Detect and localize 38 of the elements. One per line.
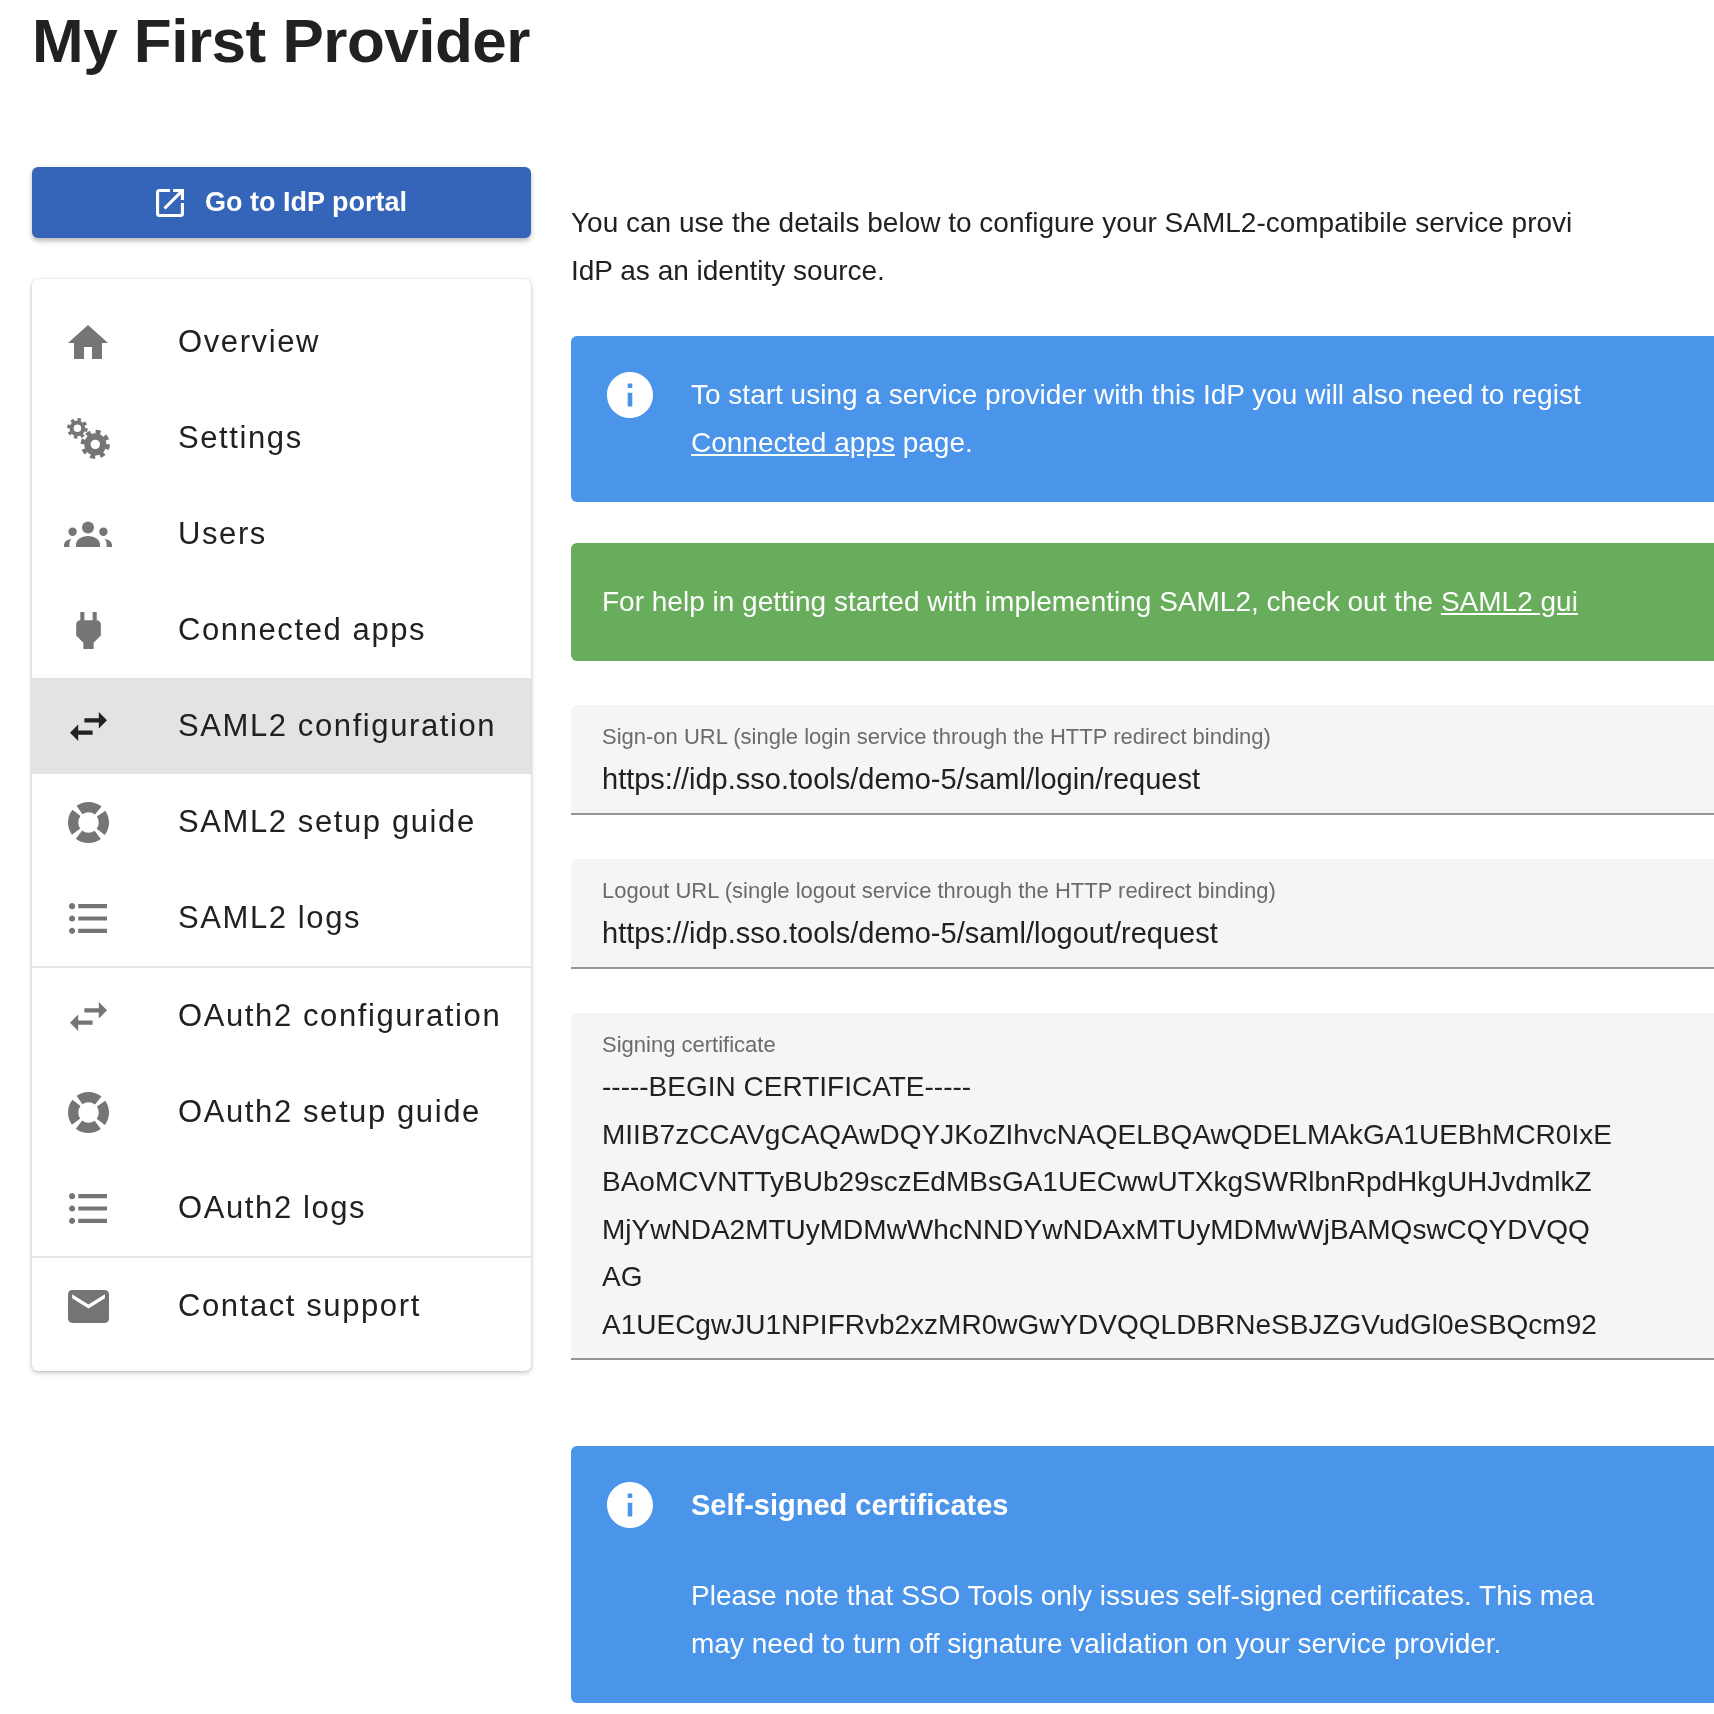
list-icon <box>69 902 107 934</box>
alert-title: Self-signed certificates <box>691 1488 1009 1523</box>
life-ring-icon <box>67 801 109 843</box>
sidebar-item[interactable]: Contact support <box>32 1258 531 1354</box>
users-icon <box>64 521 112 547</box>
list-icon <box>69 1192 107 1224</box>
sidebar-item[interactable]: OAuth2 configuration <box>32 968 531 1064</box>
sidebar-item[interactable]: SAML2 logs <box>32 870 531 966</box>
alert-text: For help in getting started with implementing SAML2, check out the SAML2 gui <box>602 585 1578 619</box>
sidebar-item[interactable]: OAuth2 logs <box>32 1160 531 1256</box>
text-field[interactable]: Signing certificate -----BEGIN CERTIFICATE----- MIIB7zCCAVgCAQAwDQYJKoZIhvcNAQELBQAwQDELMAkGA1UEBhMCR0IxE BAoMCVNTTyBUb29sczEdMBsGA1UECwwUTXkgSWRlbnRpdHkgUHJvdmlkZ MjYwNDA2MTUyMDMwWhcNNDYwNDAxMTUyMDMwWjBAMQswCQYDVQQ AG A1UECgwJU1NPIFRvb2xzMR0wGwYDVQQLDBRNeSBJZGVudGl0eSBQcm92 <box>571 1013 1714 1360</box>
sidebar-item[interactable]: OAuth2 setup guide <box>32 1064 531 1160</box>
envelope-icon <box>67 1289 109 1323</box>
text-field[interactable]: Sign-on URL (single login service through the HTTP redirect binding) https://idp.sso.tools/demo-5/saml/login/request <box>571 705 1714 815</box>
sidebar-item[interactable]: SAML2 configuration <box>32 678 531 774</box>
home-icon <box>68 325 108 359</box>
field-label: Signing certificate <box>602 1031 776 1059</box>
portal-button[interactable]: Go to IdP portal <box>32 167 531 238</box>
page-title: My First Provider <box>32 5 530 77</box>
sidebar-item[interactable]: Settings <box>32 390 531 486</box>
swap-arrows-icon <box>69 711 107 741</box>
text-field[interactable]: Logout URL (single logout service through the HTTP redirect binding) https://idp.sso.tools/demo-5/saml/logout/request <box>571 859 1714 969</box>
sidebar-item[interactable]: Overview <box>32 294 531 390</box>
sidebar-item[interactable]: Users <box>32 486 531 582</box>
sidebar-item[interactable]: SAML2 setup guide <box>32 774 531 870</box>
plug-icon <box>75 611 101 649</box>
settings-icon <box>66 417 110 459</box>
info-icon <box>607 372 653 418</box>
sidebar-item[interactable]: Connected apps <box>32 582 531 678</box>
life-ring-icon <box>67 1091 109 1133</box>
intro-text: You can use the details below to configure your SAML2-compatibile service provi IdP as an identity source. <box>571 206 1573 288</box>
info-icon <box>607 1482 653 1528</box>
swap-arrows-icon <box>69 1001 107 1031</box>
field-label: Sign-on URL (single login service through the HTTP redirect binding) <box>602 723 1271 751</box>
external-link-icon <box>156 188 184 217</box>
field-label: Logout URL (single logout service through the HTTP redirect binding) <box>602 877 1276 905</box>
alert-text: To start using a service provider with this IdP you will also need to regist Connected apps page. <box>691 378 1581 460</box>
alert-text: Please note that SSO Tools only issues self-signed certificates. This mea may need to turn off signature validation on your service provider. <box>691 1579 1595 1661</box>
